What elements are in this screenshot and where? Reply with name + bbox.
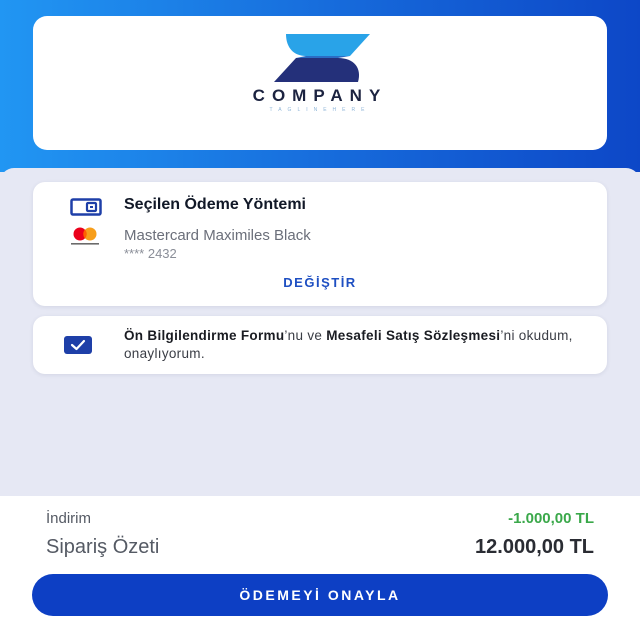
change-payment-button[interactable]: DEĞİŞTİR [33,275,607,290]
confirm-payment-button[interactable]: ÖDEMEYİ ONAYLA [32,574,608,616]
consent-checkbox[interactable] [64,336,92,354]
checkmark-icon [70,339,86,351]
pre-information-form-link[interactable]: Ön Bilgilendirme Formu [124,328,284,343]
consent-text: Ön Bilgilendirme Formu’nu ve Mesafeli Sa… [124,327,584,363]
card-number: **** 2432 [124,246,177,261]
mastercard-icon [71,227,99,245]
logo-card: COMPANY TAGLINEHERE [33,16,607,150]
wallet-icon [70,198,102,216]
discount-value: -1.000,00 TL [508,510,594,527]
logo-wordmark: COMPANY [252,86,388,105]
consent-text-part: ’nu ve [284,328,327,343]
logo-tagline: TAGLINEHERE [269,107,371,113]
payment-method-title: Seçilen Ödeme Yöntemi [124,196,306,213]
company-logo: COMPANY TAGLINEHERE [190,24,450,142]
distance-sales-contract-link[interactable]: Mesafeli Satış Sözleşmesi [326,328,500,343]
logo-mark-icon [274,34,370,82]
order-total-value: 12.000,00 TL [475,536,594,558]
order-summary-label: Sipariş Özeti [46,536,160,558]
consent-card: Ön Bilgilendirme Formu’nu ve Mesafeli Sa… [33,316,607,374]
card-name: Mastercard Maximiles Black [124,227,311,244]
discount-label: İndirim [46,510,92,527]
payment-method-card: Seçilen Ödeme Yöntemi Mastercard Maximil… [33,182,607,306]
order-summary-panel: İndirim -1.000,00 TL Sipariş Özeti 12.00… [0,496,640,640]
